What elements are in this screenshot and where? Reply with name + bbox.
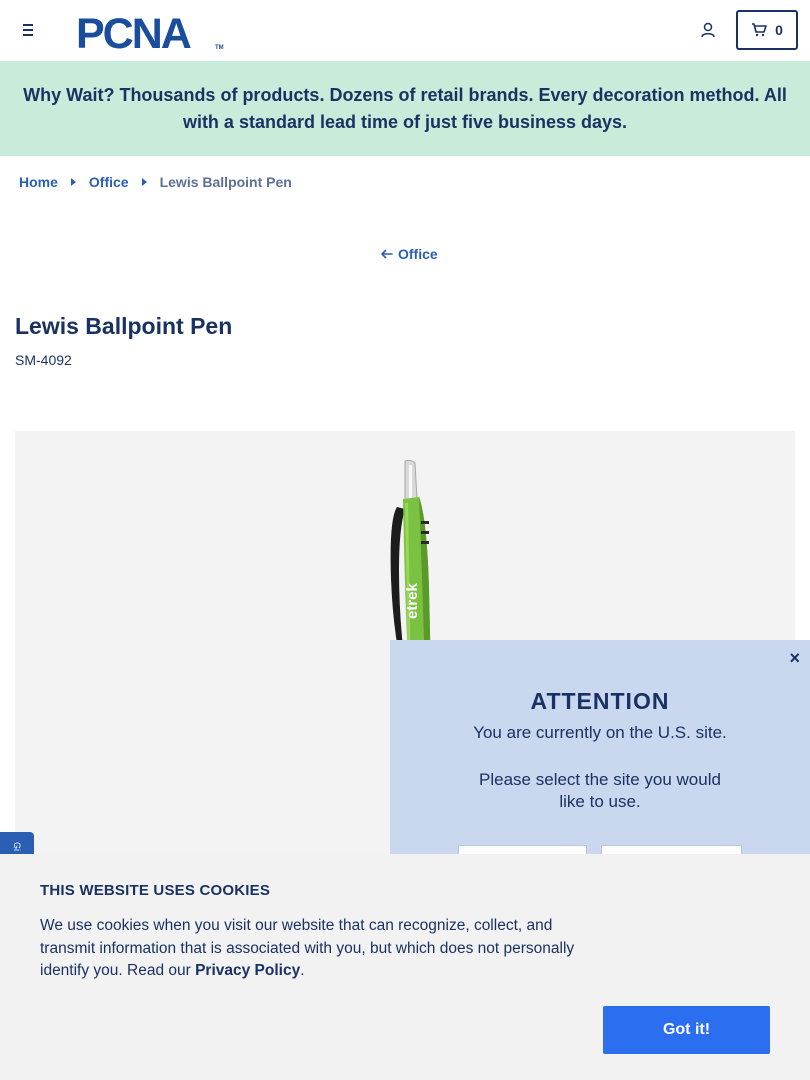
dialog-title: ATTENTION bbox=[530, 688, 670, 714]
breadcrumb: Home Office Lewis Ballpoint Pen bbox=[19, 174, 292, 190]
close-icon[interactable]: × bbox=[789, 648, 800, 669]
cart-button[interactable]: 0 bbox=[736, 10, 798, 50]
pcna-logo[interactable]: PCNA TM bbox=[76, 10, 224, 52]
dialog-instruction-text: Please select the site you would like to… bbox=[479, 770, 721, 811]
cookie-body: We use cookies when you visit our websit… bbox=[40, 917, 575, 979]
breadcrumb-separator-icon bbox=[141, 178, 147, 186]
site-selector-dialog: × ATTENTION You are currently on the U.S… bbox=[390, 640, 810, 875]
breadcrumb-office[interactable]: Office bbox=[89, 174, 129, 190]
menu-icon[interactable] bbox=[18, 20, 38, 40]
cookie-period: . bbox=[300, 962, 305, 979]
cookie-text: We use cookies when you visit our websit… bbox=[40, 915, 600, 983]
accept-cookies-button[interactable]: Got it! bbox=[603, 1006, 770, 1054]
privacy-policy-link[interactable]: Privacy Policy bbox=[195, 962, 300, 979]
cookie-title: THIS WEBSITE USES COOKIES bbox=[40, 882, 271, 899]
breadcrumb-separator-icon bbox=[70, 178, 76, 186]
cookie-banner: THIS WEBSITE USES COOKIES We use cookies… bbox=[0, 854, 810, 1080]
breadcrumb-home[interactable]: Home bbox=[19, 174, 58, 190]
svg-text:PCNA: PCNA bbox=[76, 10, 191, 52]
breadcrumb-current: Lewis Ballpoint Pen bbox=[159, 174, 292, 190]
svg-text:etrek: etrek bbox=[404, 582, 421, 619]
account-icon[interactable] bbox=[699, 21, 717, 39]
site-header: PCNA TM 0 bbox=[0, 0, 810, 61]
product-sku: SM-4092 bbox=[15, 352, 72, 368]
svg-text:TM: TM bbox=[215, 45, 224, 51]
back-link-label: Office bbox=[398, 246, 438, 262]
promo-banner-text: Why Wait? Thousands of products. Dozens … bbox=[23, 84, 787, 132]
promo-banner: Why Wait? Thousands of products. Dozens … bbox=[0, 61, 810, 156]
product-title: Lewis Ballpoint Pen bbox=[15, 313, 233, 339]
side-tab-label: Gi bbox=[12, 841, 22, 851]
back-to-category-link[interactable]: Office bbox=[380, 246, 438, 262]
cart-count: 0 bbox=[775, 22, 783, 38]
cart-icon bbox=[752, 23, 767, 37]
dialog-current-site-text: You are currently on the U.S. site. bbox=[473, 723, 727, 742]
arrow-left-icon bbox=[381, 249, 393, 259]
